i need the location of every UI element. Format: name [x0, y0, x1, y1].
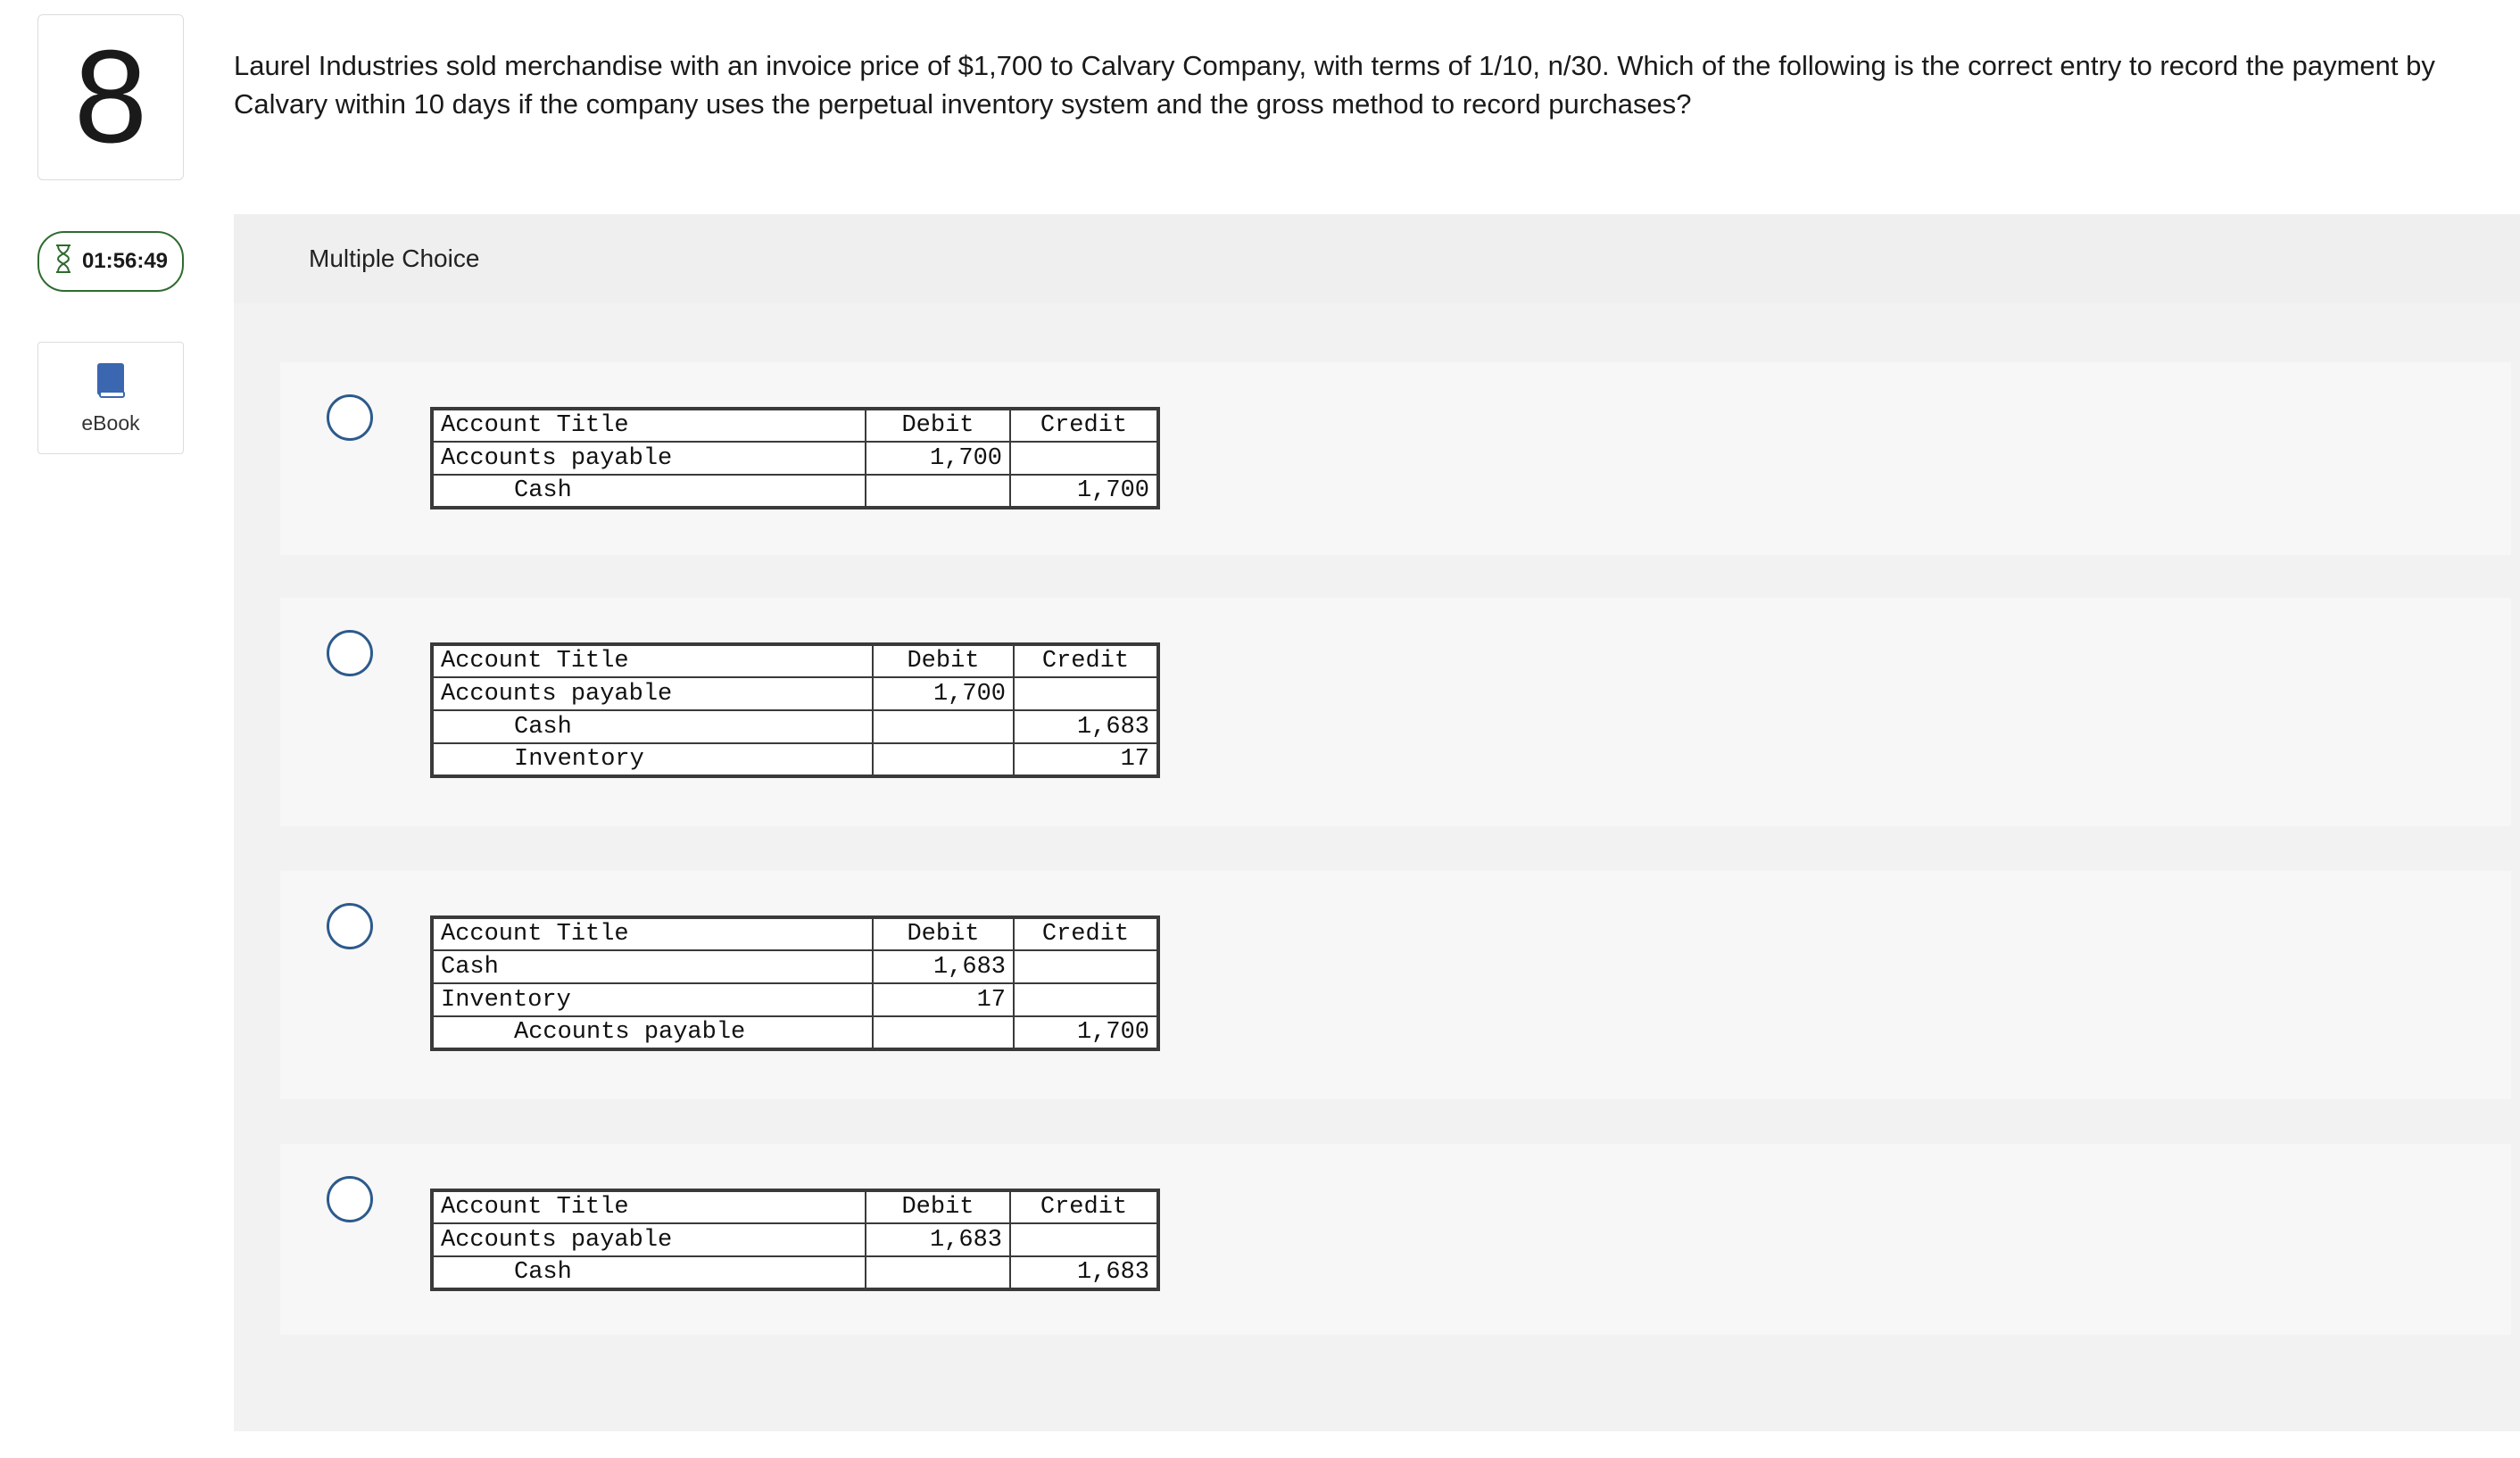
panel-title: Multiple Choice — [234, 214, 2520, 303]
credit-cell — [1009, 441, 1159, 476]
table-row: Cash 1,683 — [431, 709, 1159, 744]
radio-choice-c[interactable] — [327, 903, 373, 949]
question-text: Laurel Industries sold merchandise with … — [234, 50, 2435, 120]
journal-table: Account Title Debit Credit Cash 1,683 In… — [430, 915, 1160, 1051]
account-cell: Inventory — [431, 982, 874, 1017]
table-row: Cash 1,683 — [431, 1255, 1159, 1290]
debit-cell — [865, 1255, 1011, 1290]
header-account: Account Title — [431, 916, 874, 951]
header-credit: Credit — [1013, 916, 1159, 951]
debit-cell: 1,683 — [865, 1222, 1011, 1257]
debit-cell: 1,700 — [865, 441, 1011, 476]
credit-cell — [1013, 982, 1159, 1017]
header-credit: Credit — [1009, 1189, 1159, 1224]
choice-b[interactable]: Account Title Debit Credit Accounts paya… — [280, 598, 2511, 826]
credit-cell: 1,683 — [1013, 709, 1159, 744]
journal-table: Account Title Debit Credit Accounts paya… — [430, 407, 1160, 509]
table-header-row: Account Title Debit Credit — [431, 916, 1159, 951]
header-credit: Credit — [1009, 408, 1159, 443]
debit-cell — [872, 742, 1015, 777]
account-cell: Cash — [431, 474, 866, 509]
debit-cell: 1,700 — [872, 676, 1015, 711]
credit-cell — [1013, 676, 1159, 711]
account-cell: Accounts payable — [431, 1015, 874, 1050]
timer-value: 01:56:49 — [81, 249, 169, 273]
debit-cell: 17 — [872, 982, 1015, 1017]
header-account: Account Title — [431, 643, 874, 678]
account-cell: Inventory — [431, 742, 874, 777]
header-debit: Debit — [865, 408, 1011, 443]
timer[interactable]: 01:56:49 — [37, 231, 184, 292]
credit-cell: 1,700 — [1013, 1015, 1159, 1050]
debit-cell — [872, 709, 1015, 744]
question-number: 8 — [37, 14, 184, 180]
table-header-row: Account Title Debit Credit — [431, 643, 1159, 678]
book-icon — [95, 361, 127, 406]
credit-cell: 1,700 — [1009, 474, 1159, 509]
credit-cell — [1009, 1222, 1159, 1257]
header-debit: Debit — [865, 1189, 1011, 1224]
choice-d[interactable]: Account Title Debit Credit Accounts paya… — [280, 1144, 2511, 1335]
table-row: Inventory 17 — [431, 982, 1159, 1017]
table-header-row: Account Title Debit Credit — [431, 1189, 1159, 1224]
debit-cell — [865, 474, 1011, 509]
answer-panel: Multiple Choice Account Title Debit Cred… — [234, 214, 2520, 1431]
table-row: Accounts payable 1,700 — [431, 676, 1159, 711]
ebook-button[interactable]: eBook — [37, 342, 184, 454]
table-row: Accounts payable 1,700 — [431, 1015, 1159, 1050]
table-row: Accounts payable 1,700 — [431, 441, 1159, 476]
header-account: Account Title — [431, 408, 866, 443]
choice-a[interactable]: Account Title Debit Credit Accounts paya… — [280, 362, 2511, 555]
hourglass-icon — [54, 244, 73, 280]
journal-table: Account Title Debit Credit Accounts paya… — [430, 642, 1160, 778]
table-row: Accounts payable 1,683 — [431, 1222, 1159, 1257]
credit-cell — [1013, 949, 1159, 984]
table-row: Cash 1,700 — [431, 474, 1159, 509]
radio-choice-d[interactable] — [327, 1176, 373, 1222]
radio-choice-a[interactable] — [327, 394, 373, 441]
account-cell: Cash — [431, 709, 874, 744]
ebook-label: eBook — [81, 410, 140, 435]
account-cell: Cash — [431, 949, 874, 984]
table-row: Inventory 17 — [431, 742, 1159, 777]
table-header-row: Account Title Debit Credit — [431, 408, 1159, 443]
account-cell: Accounts payable — [431, 1222, 866, 1257]
account-cell: Cash — [431, 1255, 866, 1290]
debit-cell — [872, 1015, 1015, 1050]
header-debit: Debit — [872, 916, 1015, 951]
header-credit: Credit — [1013, 643, 1159, 678]
table-row: Cash 1,683 — [431, 949, 1159, 984]
account-cell: Accounts payable — [431, 441, 866, 476]
choice-c[interactable]: Account Title Debit Credit Cash 1,683 In… — [280, 871, 2511, 1099]
header-debit: Debit — [872, 643, 1015, 678]
debit-cell: 1,683 — [872, 949, 1015, 984]
radio-choice-b[interactable] — [327, 630, 373, 676]
account-cell: Accounts payable — [431, 676, 874, 711]
header-account: Account Title — [431, 1189, 866, 1224]
journal-table: Account Title Debit Credit Accounts paya… — [430, 1189, 1160, 1291]
credit-cell: 17 — [1013, 742, 1159, 777]
credit-cell: 1,683 — [1009, 1255, 1159, 1290]
